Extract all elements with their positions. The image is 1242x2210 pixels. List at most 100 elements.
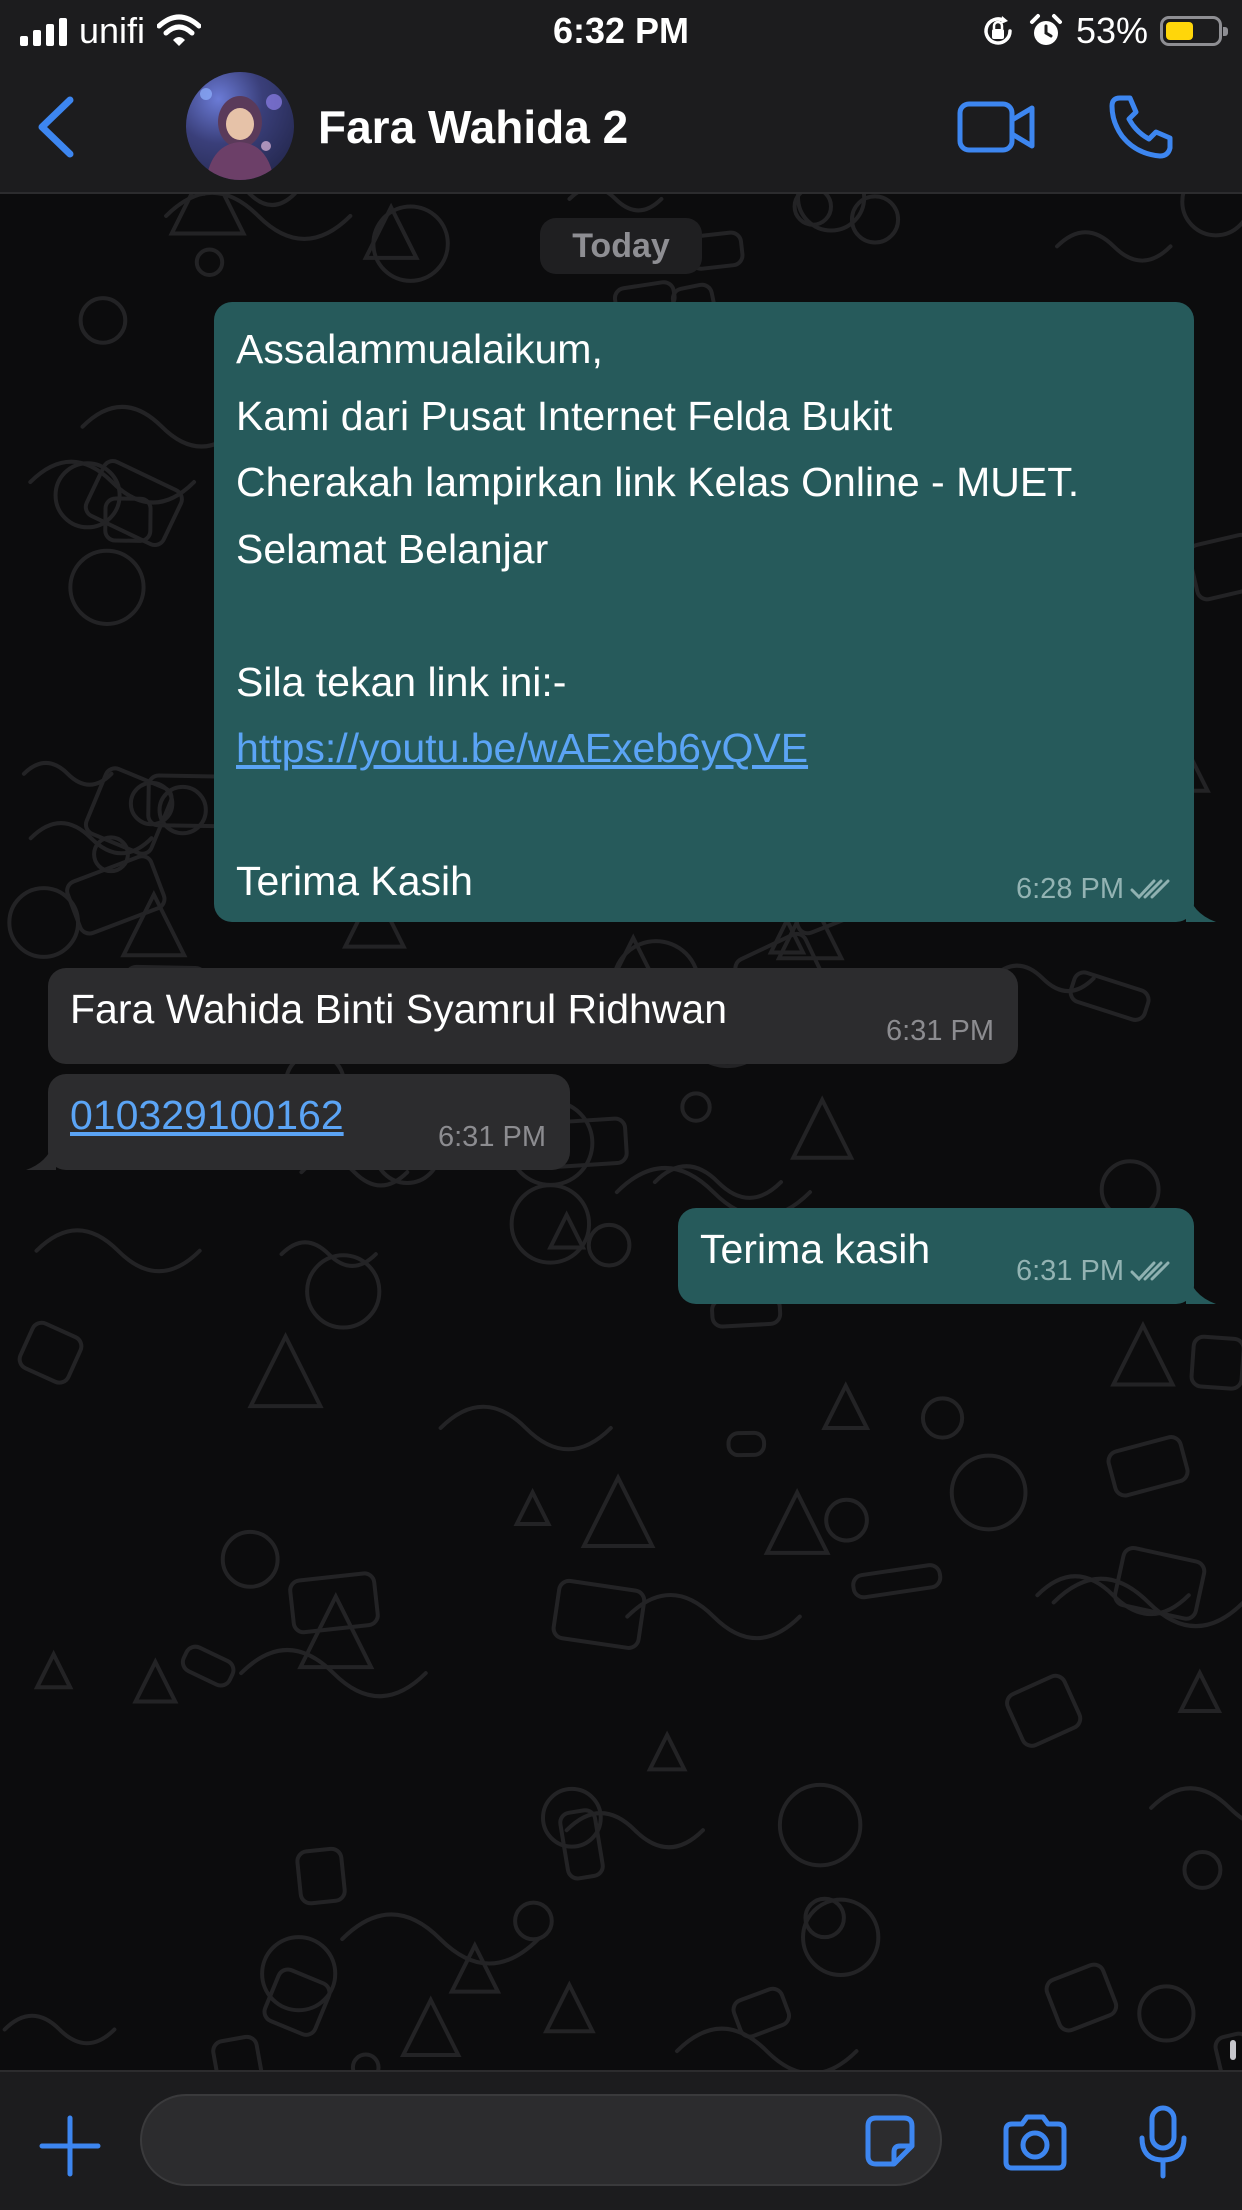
doodle-shape [731, 1986, 792, 2039]
camera-icon[interactable] [1000, 2112, 1070, 2172]
doodle-shape [513, 1900, 554, 1942]
doodle-shape [1110, 1320, 1176, 1387]
message-input[interactable] [140, 2094, 942, 2186]
doodle-shape [438, 1404, 613, 1452]
doodle-shape [513, 1487, 552, 1527]
doodle-shape [1113, 1545, 1207, 1621]
doodle-shape [180, 1644, 236, 1688]
double-tick-icon [1130, 879, 1170, 900]
message-time: 6:31 PM [886, 1015, 994, 1047]
doodle-shape [350, 2052, 381, 2070]
doodle-shape [763, 1488, 831, 1555]
doodle-shape [646, 1730, 688, 1772]
doodle-shape [920, 1396, 965, 1440]
message-line-empty [236, 782, 1172, 849]
bubble-tail [1186, 1264, 1216, 1304]
doodle-shape [547, 1210, 587, 1250]
message-bubble-incoming[interactable]: 010329100162 6:31 PM [26, 1074, 570, 1170]
alarm-icon [1029, 14, 1062, 45]
doodle-shape [851, 1563, 943, 1600]
doodle-shape [1189, 1334, 1242, 1391]
doodle-shape [726, 1430, 767, 1458]
input-bar [0, 2070, 1242, 2210]
doodle-shape [1055, 230, 1173, 263]
doodle-shape [53, 461, 122, 530]
doodle-shape [2, 2013, 117, 2046]
message-timestamp: 6:31 PM [1016, 1254, 1170, 1288]
doodle-shape [1149, 1786, 1242, 1821]
doodle-shape [824, 1497, 869, 1543]
doodle-shape [542, 1980, 596, 2034]
message-line-empty [236, 582, 1172, 649]
doodle-shape [1182, 1849, 1223, 1890]
message-timestamp: 6:28 PM [1016, 872, 1170, 906]
microphone-icon[interactable] [1138, 2104, 1188, 2180]
chat-header: Fara Wahida 2 [0, 62, 1242, 194]
doodle-shape [340, 1912, 541, 1966]
doodle-shape [790, 1095, 855, 1160]
doodle-shape [33, 1649, 74, 1690]
chat-area[interactable]: Today Assalammualaikum, Kami dari Pusat … [0, 192, 1242, 2070]
doodle-shape [34, 1228, 202, 1273]
scroll-indicator[interactable] [1230, 2040, 1236, 2060]
doodle-shape [17, 1320, 84, 1385]
doodle-shape [120, 890, 188, 958]
message-line: Kami dari Pusat Internet Felda Bukit [236, 392, 893, 439]
doodle-shape [128, 780, 175, 827]
doodle-shape [295, 1846, 347, 1906]
doodle-shape [777, 1782, 863, 1868]
doodle-shape [949, 1453, 1028, 1532]
bubble-tail [1186, 882, 1216, 922]
doodle-shape [541, 1786, 603, 1849]
message-bubble-outgoing[interactable]: Terima kasih 6:31 PM [678, 1208, 1216, 1304]
doodle-shape [239, 1648, 428, 1699]
status-right: 53% [980, 8, 1228, 54]
doodle-shape [849, 194, 901, 245]
message-time: 6:31 PM [1016, 1255, 1124, 1287]
doodle-shape [399, 1995, 462, 2058]
message-timestamp: 6:31 PM [438, 1120, 546, 1154]
doodle-shape [1137, 1984, 1196, 2043]
doodle-shape [1106, 1435, 1190, 1498]
message-timestamp: 6:31 PM [886, 1014, 994, 1048]
message-time: 6:28 PM [1016, 873, 1124, 905]
doodle-shape [28, 821, 154, 856]
contact-name[interactable]: Fara Wahida 2 [318, 62, 628, 192]
message-line: Selamat Belanjar [236, 525, 549, 572]
doodle-shape [220, 1529, 280, 1589]
message-bubble-outgoing[interactable]: Assalammualaikum, Kami dari Pusat Intern… [214, 302, 1216, 922]
doodle-shape [625, 1593, 802, 1640]
date-chip: Today [540, 218, 702, 274]
back-chevron-icon[interactable] [32, 92, 82, 162]
doodle-shape [1051, 1576, 1242, 1629]
doodle-shape [7, 886, 81, 959]
doodle-shape [821, 1381, 871, 1431]
phone-number-link[interactable]: 010329100162 [70, 1092, 344, 1138]
message-link[interactable]: https://youtu.be/wAExeb6yQVE [236, 725, 808, 771]
doodle-shape [132, 1657, 179, 1704]
message-bubble-incoming[interactable]: Fara Wahida Binti Syamrul Ridhwan 6:31 P… [48, 968, 1018, 1064]
doodle-shape [78, 296, 128, 345]
status-bar: unifi 6:32 PM 53% [0, 0, 1242, 62]
doodle-shape [652, 1164, 784, 1200]
doodle-shape [1180, 192, 1242, 238]
sticker-icon[interactable] [860, 2112, 920, 2172]
doodle-shape [1213, 2031, 1242, 2070]
plus-icon[interactable] [38, 2114, 102, 2178]
video-call-icon[interactable] [956, 96, 1036, 158]
message-line: Cherakah lampirkan link Kelas Online - M… [236, 459, 1080, 505]
doodle-shape [1068, 970, 1151, 1022]
doodle-shape [21, 760, 114, 787]
bubble-tail [26, 1130, 56, 1170]
doodle-shape [1186, 532, 1242, 602]
doodle-shape [680, 1091, 712, 1123]
doodle-shape [586, 1222, 632, 1268]
battery-percent: 53% [1075, 10, 1148, 51]
avatar[interactable] [186, 72, 294, 180]
battery-fill [1166, 22, 1193, 40]
doodle-shape [68, 548, 146, 626]
doodle-shape [279, 1240, 378, 1268]
phone-icon[interactable] [1106, 92, 1176, 162]
avatar-image [200, 88, 282, 180]
doodle-shape [1005, 1673, 1083, 1748]
